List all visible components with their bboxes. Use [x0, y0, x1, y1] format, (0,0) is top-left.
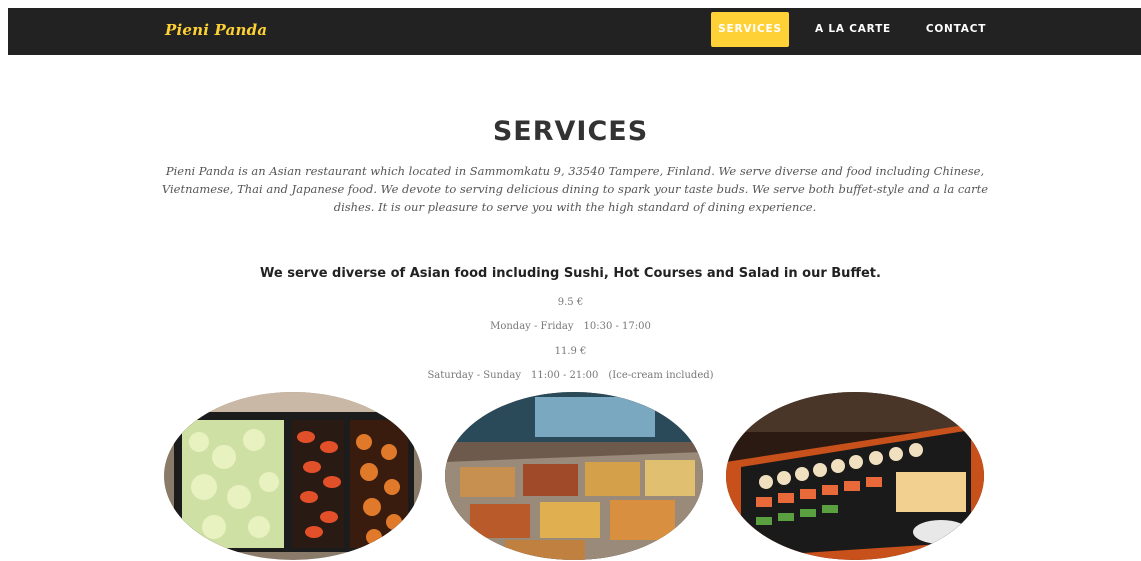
weekend-note: (Ice-cream included) [608, 370, 714, 381]
weekend-hours: 11:00 - 21:00 [531, 370, 599, 381]
nav-item-a-la-carte-menu[interactable]: A LA CARTE MENU [798, 12, 908, 70]
weekday-schedule: Monday - Friday 10:30 - 17:00 [0, 321, 1141, 332]
navbar: Pieni Panda SERVICES A LA CARTE MENU CON… [8, 8, 1141, 70]
weekend-schedule: Saturday - Sunday 11:00 - 21:00 (Ice-cream… [0, 370, 1141, 381]
weekday-price-value: 9.5 € [557, 297, 584, 308]
hot-courses-buffet-photo [445, 392, 703, 560]
sushi-buffet-photo [726, 392, 984, 560]
weekday-price: 9.5 € [0, 297, 1141, 308]
weekend-price: 11.9 € [0, 346, 1141, 357]
section-title: SERVICES [492, 116, 649, 147]
nav-item-services[interactable]: SERVICES [711, 12, 789, 47]
weekend-days: Saturday - Sunday [427, 370, 521, 381]
nav-item-contact[interactable]: CONTACT [923, 12, 989, 47]
weekday-hours: 10:30 - 17:00 [583, 321, 651, 332]
weekday-days: Monday - Friday [490, 321, 574, 332]
brand-logo[interactable]: Pieni Panda [165, 21, 267, 39]
weekend-price-value: 11.9 € [554, 346, 587, 357]
salad-buffet-photo [164, 392, 422, 560]
buffet-heading: We serve diverse of Asian food including… [260, 266, 881, 281]
intro-paragraph: Pieni Panda is an Asian restaurant which… [161, 164, 989, 214]
